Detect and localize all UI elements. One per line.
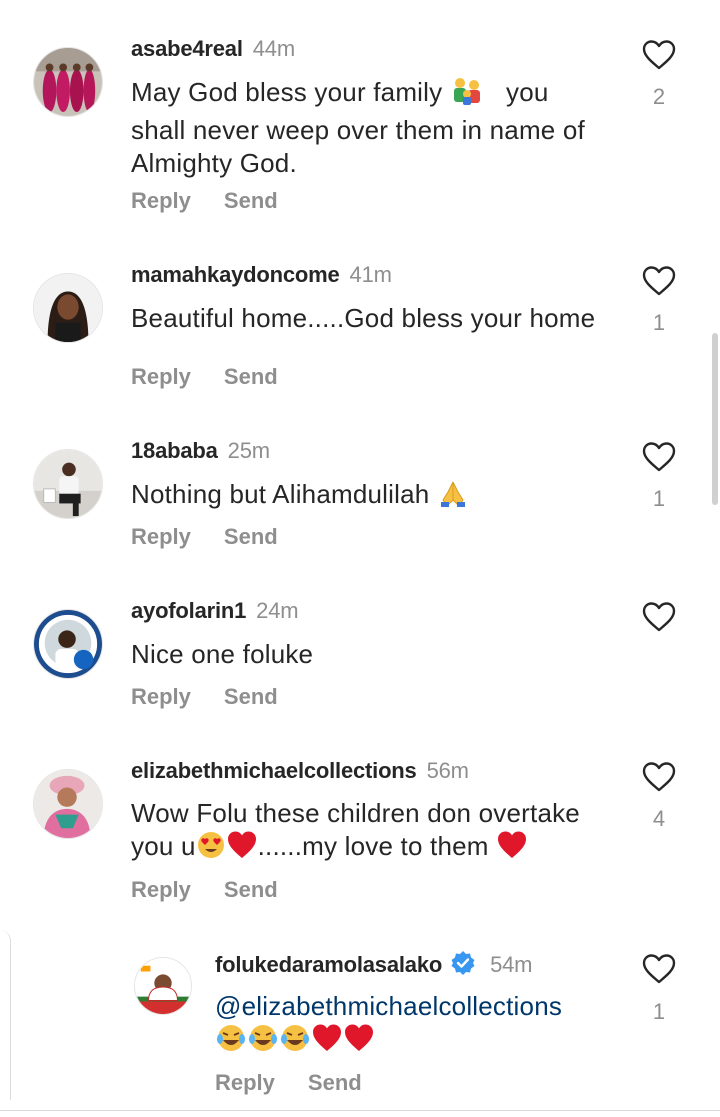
reply-header: folukedaramolasalako 54m [215, 950, 533, 978]
send-button[interactable]: Send [224, 364, 278, 390]
comment-actions: Reply Send [131, 364, 278, 390]
red-heart-icon [311, 1023, 343, 1061]
reply-text: @elizabethmichaelcollections [215, 990, 635, 1061]
reply-button[interactable]: Reply [131, 684, 191, 710]
comment-text-segment: Wow Folu these children don overtake [131, 798, 580, 828]
laughing-tears-emoji-icon [247, 1023, 279, 1061]
comment-text: Nothing but Alihamdulilah [131, 478, 631, 516]
reply-button[interactable]: Reply [131, 364, 191, 390]
timestamp: 54m [490, 952, 533, 977]
reply-button[interactable]: Reply [131, 524, 191, 550]
comment-actions: Reply Send [131, 524, 278, 550]
heart-outline-icon[interactable] [642, 266, 676, 296]
heart-outline-icon[interactable] [642, 40, 676, 70]
red-heart-icon [343, 1023, 375, 1061]
like-count: 2 [652, 84, 666, 109]
username[interactable]: ayofolarin1 [131, 598, 246, 623]
like-count: 4 [652, 806, 666, 831]
username[interactable]: folukedaramolasalako [215, 952, 442, 977]
comment-text-segment: Nice one foluke [131, 639, 314, 669]
divider [0, 1110, 720, 1117]
reply-button[interactable]: Reply [131, 188, 191, 214]
comment-text-segment: you u [131, 831, 196, 861]
send-button[interactable]: Send [308, 1070, 362, 1096]
comment-header: asabe4real 44m [131, 36, 295, 62]
reply-button[interactable]: Reply [131, 877, 191, 903]
comment-text-segment: Beautiful home.....God bless your home [131, 303, 596, 333]
comment-header: elizabethmichaelcollections 56m [131, 758, 469, 784]
comment-text-segment: shall never weep over them in name of [131, 115, 585, 145]
comment-text-segment: Nothing but Alihamdulilah [131, 479, 430, 509]
like-count: 1 [652, 999, 666, 1024]
family-emoji-icon [450, 76, 484, 114]
verified-badge-icon [450, 950, 476, 976]
avatar[interactable] [33, 449, 103, 519]
comment-text-segment: ......my love to them [257, 831, 489, 861]
comment-text-segment: Almighty God. [131, 148, 297, 178]
heart-eyes-emoji-icon [196, 830, 226, 868]
like-count: 1 [652, 486, 666, 511]
like-count: 1 [652, 310, 666, 335]
timestamp: 25m [227, 438, 270, 463]
red-heart-icon [226, 830, 258, 868]
red-heart-icon [496, 830, 528, 868]
scrollbar[interactable] [712, 333, 718, 505]
username[interactable]: 18ababa [131, 438, 218, 463]
comment-text: Nice one foluke [131, 638, 631, 671]
comment-actions: Reply Send [131, 877, 278, 903]
avatar[interactable] [134, 957, 192, 1015]
comment-actions: Reply Send [131, 684, 278, 710]
comment-header: mamahkaydoncome 41m [131, 262, 392, 288]
reply-button[interactable]: Reply [215, 1070, 275, 1096]
send-button[interactable]: Send [224, 188, 278, 214]
timestamp: 24m [256, 598, 299, 623]
timestamp: 41m [349, 262, 392, 287]
comment-header: 18ababa 25m [131, 438, 270, 464]
timestamp: 56m [426, 758, 469, 783]
send-button[interactable]: Send [224, 524, 278, 550]
avatar[interactable] [33, 273, 103, 343]
avatar[interactable] [33, 47, 103, 117]
laughing-tears-emoji-icon [279, 1023, 311, 1061]
heart-outline-icon[interactable] [642, 762, 676, 792]
mention-link[interactable]: @elizabethmichaelcollections [215, 991, 562, 1021]
comment-header: ayofolarin1 24m [131, 598, 299, 624]
avatar[interactable] [33, 609, 103, 679]
timestamp: 44m [252, 36, 295, 61]
comment-text: May God bless your family you shall neve… [131, 76, 631, 180]
laughing-tears-emoji-icon [215, 1023, 247, 1061]
comment-actions: Reply Send [131, 188, 278, 214]
folded-hands-icon [437, 478, 469, 516]
heart-outline-icon[interactable] [642, 954, 676, 984]
heart-outline-icon[interactable] [642, 442, 676, 472]
panel-edge [0, 930, 11, 1100]
comment-text-segment: May God bless your family [131, 77, 443, 107]
comment-text-segment: you [506, 77, 549, 107]
comment-text: Wow Folu these children don overtake you… [131, 797, 631, 868]
username[interactable]: mamahkaydoncome [131, 262, 340, 287]
send-button[interactable]: Send [224, 684, 278, 710]
username[interactable]: elizabethmichaelcollections [131, 758, 417, 783]
comment-text: Beautiful home.....God bless your home [131, 302, 631, 335]
reply-actions: Reply Send [215, 1070, 362, 1096]
heart-outline-icon[interactable] [642, 602, 676, 632]
username[interactable]: asabe4real [131, 36, 243, 61]
send-button[interactable]: Send [224, 877, 278, 903]
avatar[interactable] [33, 769, 103, 839]
